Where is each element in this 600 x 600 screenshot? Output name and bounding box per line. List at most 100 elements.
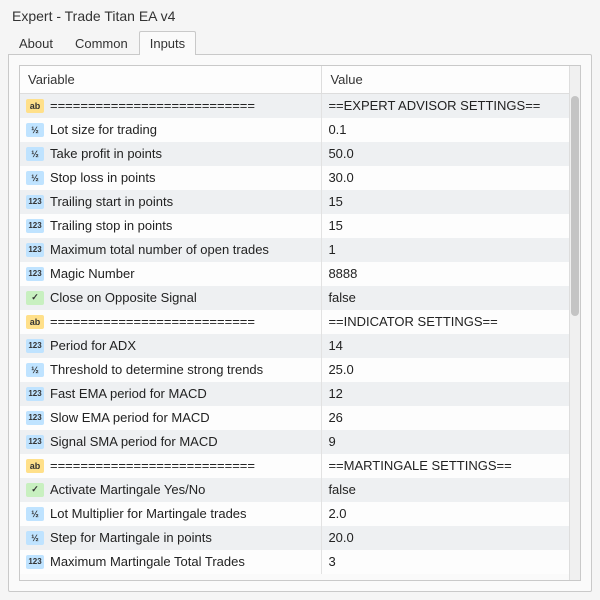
variable-label: Magic Number: [50, 266, 135, 281]
table-row[interactable]: 123Signal SMA period for MACD9: [20, 430, 569, 454]
value-cell[interactable]: 1: [322, 238, 569, 262]
variable-cell: 123 Trailing start in points: [20, 190, 322, 214]
table-row[interactable]: ½Stop loss in points30.0: [20, 166, 569, 190]
variable-label: Activate Martingale Yes/No: [50, 482, 205, 497]
value-cell[interactable]: false: [322, 478, 569, 502]
table-row[interactable]: 123 Trailing start in points 15: [20, 190, 569, 214]
variable-cell: ½ Threshold to determine strong trends: [20, 358, 322, 382]
col-variable[interactable]: Variable: [20, 66, 322, 94]
variable-label: Trailing start in points: [50, 194, 173, 209]
variable-cell: ½ Lot size for trading: [20, 118, 322, 142]
vertical-scrollbar[interactable]: [569, 66, 580, 580]
value-cell[interactable]: 12: [322, 382, 569, 406]
tab-inputs[interactable]: Inputs: [139, 31, 196, 55]
table-row[interactable]: ab =========================== ==EXPERT AD…: [20, 94, 569, 118]
table-row[interactable]: 123Maximum total number of open trades1: [20, 238, 569, 262]
variable-cell: 123 Magic Number: [20, 262, 322, 286]
bool-type-icon: ✓: [26, 483, 44, 497]
table-row[interactable]: ½ Step for Martingale in points 20.0: [20, 526, 569, 550]
tab-common[interactable]: Common: [64, 31, 139, 55]
123-type-icon: 123: [26, 219, 44, 233]
variable-label: Lot size for trading: [50, 122, 157, 137]
variable-label: ===========================: [50, 458, 255, 473]
variable-label: Fast EMA period for MACD: [50, 386, 207, 401]
variable-label: Maximum total number of open trades: [50, 242, 269, 257]
table-row[interactable]: ½ Take profit in points 50.0: [20, 142, 569, 166]
va-type-icon: ½: [26, 363, 44, 377]
inputs-table-scroll: Variable Value ab=======================…: [20, 66, 569, 580]
table-row[interactable]: ✓Close on Opposite Signalfalse: [20, 286, 569, 310]
123-type-icon: 123: [26, 267, 44, 281]
table-row[interactable]: 123Slow EMA period for MACD26: [20, 406, 569, 430]
variable-cell: ½ Take profit in points: [20, 142, 322, 166]
va-type-icon: ½: [26, 123, 44, 137]
variable-cell: 123Maximum total number of open trades: [20, 238, 322, 262]
variable-label: Maximum Martingale Total Trades: [50, 554, 245, 569]
value-cell[interactable]: 8888: [322, 262, 569, 286]
table-row[interactable]: ½ Lot size for trading 0.1: [20, 118, 569, 142]
value-cell[interactable]: 30.0: [322, 166, 569, 190]
value-cell[interactable]: false: [322, 286, 569, 310]
value-cell[interactable]: 50.0: [322, 142, 569, 166]
expert-dialog: Expert - Trade Titan EA v4 About Common …: [0, 0, 600, 600]
value-cell[interactable]: ==EXPERT ADVISOR SETTINGS==: [322, 94, 569, 118]
variable-label: Take profit in points: [50, 146, 162, 161]
table-row[interactable]: ✓ Activate Martingale Yes/No false: [20, 478, 569, 502]
inputs-table: Variable Value ab=======================…: [20, 66, 569, 574]
variable-cell: 123 Period for ADX: [20, 334, 322, 358]
variable-cell: ½Stop loss in points: [20, 166, 322, 190]
123-type-icon: 123: [26, 195, 44, 209]
variable-cell: ab===========================: [20, 310, 322, 334]
ab-type-icon: ab: [26, 459, 44, 473]
value-cell[interactable]: 0.1: [322, 118, 569, 142]
variable-label: Trailing stop in points: [50, 218, 172, 233]
table-row[interactable]: ab =========================== ==MARTINGAL…: [20, 454, 569, 478]
table-row[interactable]: ½ Threshold to determine strong trends 25.…: [20, 358, 569, 382]
bool-type-icon: ✓: [26, 291, 44, 305]
table-row[interactable]: 123Fast EMA period for MACD12: [20, 382, 569, 406]
inputs-panel: Variable Value ab=======================…: [8, 54, 592, 592]
value-cell[interactable]: 15: [322, 214, 569, 238]
variable-label: Step for Martingale in points: [50, 530, 212, 545]
table-row[interactable]: 123 Trailing stop in points 15: [20, 214, 569, 238]
variable-label: Signal SMA period for MACD: [50, 434, 218, 449]
value-cell[interactable]: ==MARTINGALE SETTINGS==: [322, 454, 569, 478]
table-row[interactable]: ½Lot Multiplier for Martingale trades2.0: [20, 502, 569, 526]
variable-label: ===========================: [50, 98, 255, 113]
value-cell[interactable]: 20.0: [322, 526, 569, 550]
variable-cell: ✓Close on Opposite Signal: [20, 286, 322, 310]
va-type-icon: ½: [26, 147, 44, 161]
tab-about[interactable]: About: [8, 31, 64, 55]
value-cell[interactable]: 2.0: [322, 502, 569, 526]
variable-label: Slow EMA period for MACD: [50, 410, 210, 425]
variable-label: Threshold to determine strong trends: [50, 362, 263, 377]
table-row[interactable]: 123Maximum Martingale Total Trades3: [20, 550, 569, 574]
variable-label: Period for ADX: [50, 338, 136, 353]
tab-bar: About Common Inputs: [0, 28, 600, 54]
col-value[interactable]: Value: [322, 66, 569, 94]
value-cell[interactable]: 26: [322, 406, 569, 430]
inputs-table-wrap: Variable Value ab=======================…: [19, 65, 581, 581]
variable-cell: 123Fast EMA period for MACD: [20, 382, 322, 406]
value-cell[interactable]: 14: [322, 334, 569, 358]
123-type-icon: 123: [26, 339, 44, 353]
value-cell[interactable]: 15: [322, 190, 569, 214]
variable-cell: ½Lot Multiplier for Martingale trades: [20, 502, 322, 526]
value-cell[interactable]: 25.0: [322, 358, 569, 382]
table-row[interactable]: 123 Period for ADX 14: [20, 334, 569, 358]
value-cell[interactable]: 9: [322, 430, 569, 454]
variable-cell: 123 Trailing stop in points: [20, 214, 322, 238]
va-type-icon: ½: [26, 171, 44, 185]
value-cell[interactable]: ==INDICATOR SETTINGS==: [322, 310, 569, 334]
variable-cell: 123Slow EMA period for MACD: [20, 406, 322, 430]
table-row[interactable]: ab=============================INDICATOR…: [20, 310, 569, 334]
table-row[interactable]: 123 Magic Number 8888: [20, 262, 569, 286]
va-type-icon: ½: [26, 531, 44, 545]
variable-cell: 123Signal SMA period for MACD: [20, 430, 322, 454]
variable-cell: ½ Step for Martingale in points: [20, 526, 322, 550]
value-cell[interactable]: 3: [322, 550, 569, 574]
variable-cell: 123Maximum Martingale Total Trades: [20, 550, 322, 574]
scrollbar-thumb[interactable]: [571, 96, 579, 316]
ab-type-icon: ab: [26, 99, 44, 113]
variable-label: Lot Multiplier for Martingale trades: [50, 506, 247, 521]
